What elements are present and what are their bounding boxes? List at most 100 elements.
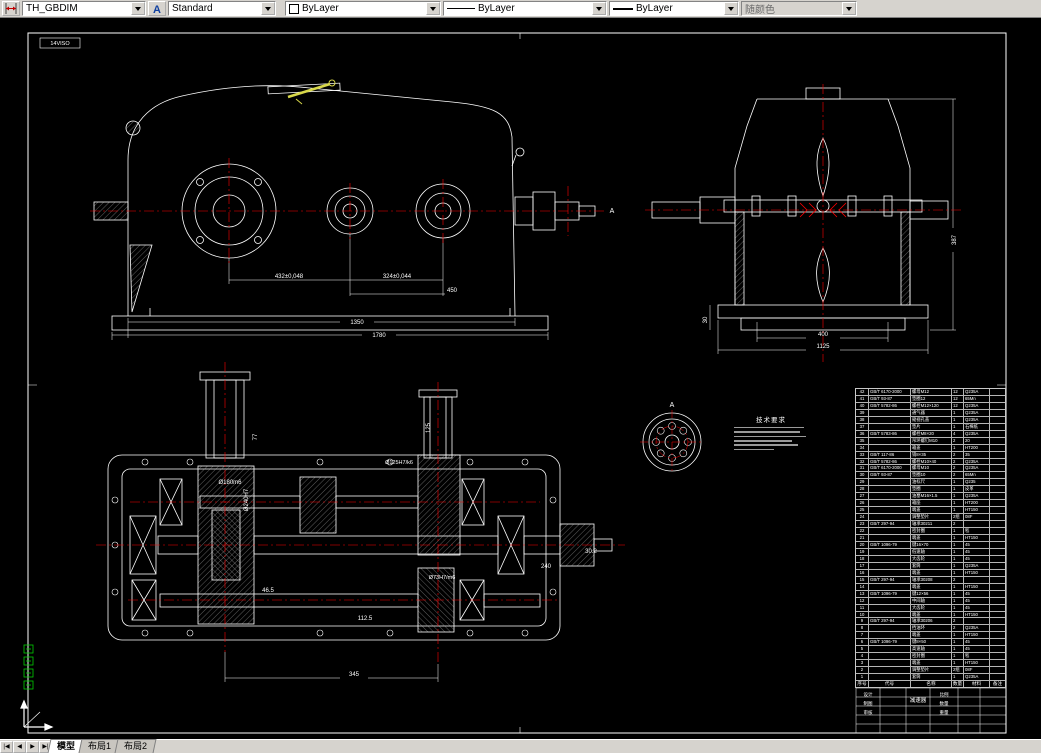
dim-style-combo[interactable]: TH_GBDIM (22, 1, 146, 16)
parts-table-row: 40 GB/T 5782-86 螺栓M12×120 12 Q235A (856, 401, 1005, 409)
end-view-dimensions (709, 98, 956, 354)
color-combo[interactable]: ByLayer (285, 1, 441, 16)
drawing-text: 1780 (372, 333, 386, 339)
notes-line (734, 448, 774, 451)
parts-table-row: 2 调整垫片 2组 08F (856, 666, 1005, 674)
tab-scroll-next-button[interactable]: ▶ (26, 741, 39, 753)
drawing-text: 制图 (864, 700, 873, 707)
parts-table-row: 7 端盖 1 HT150 (856, 631, 1005, 639)
parts-table-row: 28 垫圈 1 皮革 (856, 485, 1005, 493)
linetype-value: ByLayer (478, 3, 515, 14)
parts-table-row: 20 GB/T 1096-79 键16×70 1 45 (856, 540, 1005, 548)
dim-style-value: TH_GBDIM (26, 3, 78, 14)
drawing-text: 减速器 (910, 696, 927, 704)
side-view-dimensions (111, 234, 549, 340)
parts-table-row: 19 低速轴 1 45 (856, 547, 1005, 555)
drawing-text: 30 (703, 316, 709, 323)
drawing-text: Ø180m6 (218, 480, 242, 486)
chevron-down-icon[interactable] (592, 2, 606, 15)
parts-table-row: 1 套筒 1 Q235A (856, 673, 1005, 681)
tab-scroll-prev-button[interactable]: ◀ (13, 741, 26, 753)
chevron-down-icon[interactable] (131, 2, 145, 15)
parts-table-cell: 备注 (989, 681, 1005, 687)
parts-table-row: 32 GB/T 5782-86 螺栓M10×40 2 Q235A (856, 457, 1005, 465)
chevron-down-icon (842, 2, 856, 15)
chevron-down-icon[interactable] (724, 2, 738, 15)
drawing-text: 112.5 (358, 616, 373, 622)
parts-table-row: 14 端盖 1 HT150 (856, 582, 1005, 590)
parts-table-row: 35 吊环螺钉M10 2 20 (856, 436, 1005, 444)
parts-table-row: 39 通气器 1 Q235A (856, 408, 1005, 416)
drawing-text: 450 (447, 288, 458, 294)
notes-line (734, 431, 800, 433)
dim-style-icon (5, 3, 17, 14)
end-view-centerlines (645, 84, 962, 362)
plan-view-dimensions (224, 652, 439, 682)
parts-table-row: 9 GB/T 297-94 轴承30206 2 (856, 617, 1005, 625)
parts-table-row: 5 高速轴 1 45 (856, 645, 1005, 653)
drawing-text: Ø125H7/k6 (385, 460, 413, 466)
notes-line (734, 439, 792, 442)
drawing-text: 1350 (350, 320, 364, 326)
drawing-text: 14VISO (50, 41, 70, 47)
notes-line (734, 426, 804, 429)
drawing-text: 比例 (940, 691, 949, 698)
color-value: ByLayer (302, 3, 339, 14)
statusbar: |◀ ◀ ▶ ▶| 模型 布局1 布局2 (0, 739, 1041, 753)
drawing-canvas[interactable]: 14VISO 432±0,048 324±0,044 450 1350 1780 A 387 3… (0, 18, 1041, 739)
tab-scroll-first-button[interactable]: |◀ (0, 741, 13, 753)
text-style-button[interactable]: A (148, 1, 166, 16)
cad-window: TH_GBDIM A Standard ByLayer ByLayer ByLa… (0, 0, 1041, 753)
drawing-text: 46.5 (262, 588, 274, 594)
parts-table-row: 23 GB/T 297-94 轴承30211 2 (856, 520, 1005, 528)
drawing-text: Ø73H7/m6 (429, 575, 456, 581)
drawing-text: 387 (952, 234, 958, 245)
color-swatch-icon (289, 3, 299, 14)
drawing-text: 30.2 (585, 549, 597, 555)
parts-table-row: 34 箱盖 1 HT200 (856, 443, 1005, 451)
lineweight-combo[interactable]: ByLayer (609, 1, 739, 16)
parts-table-row: 12 中间轴 1 45 (856, 596, 1005, 604)
title-block (855, 687, 1007, 734)
plot-style-combo: 随颜色 (741, 1, 857, 16)
tab-layout2[interactable]: 布局2 (114, 739, 157, 753)
parts-table-row: 8 挡油环 2 Q235A (856, 624, 1005, 632)
parts-table-cell: 序号 (857, 681, 867, 687)
drawing-text: 77 (253, 433, 259, 440)
parts-table-row: 16 端盖 1 HT150 (856, 568, 1005, 576)
parts-table-cell: 材料 (963, 681, 989, 687)
parts-table-row: 24 调整垫片 2组 08F (856, 513, 1005, 521)
text-style-icon: A (153, 4, 161, 15)
parts-table-row: 15 GB/T 297-94 轴承30208 2 (856, 575, 1005, 583)
parts-table-row: 26 箱座 1 HT200 (856, 499, 1005, 507)
parts-table-row: 29 油标尺 1 Q235 (856, 478, 1005, 486)
parts-table-row: 10 端盖 1 HT150 (856, 610, 1005, 618)
text-style-value: Standard (172, 3, 213, 14)
lineweight-icon (613, 7, 633, 10)
drawing-text: 125 (426, 422, 432, 433)
parts-table-row: 17 套筒 1 Q235A (856, 561, 1005, 569)
parts-table-row: 30 GB/T 93-87 垫圈10 2 65Mn (856, 471, 1005, 479)
parts-table-row: 6 GB/T 1096-79 键8×50 1 45 (856, 638, 1005, 646)
chevron-down-icon[interactable] (426, 2, 440, 15)
parts-table-row: 37 垫片 1 石棉纸 (856, 422, 1005, 430)
side-view (93, 82, 596, 331)
drawing-text: 重量 (940, 709, 949, 716)
parts-table-row: 22 密封圈 1 毡 (856, 527, 1005, 535)
parts-table-row: 4 密封圈 1 毡 (856, 652, 1005, 660)
drawing-text: 345 (349, 672, 360, 678)
parts-list-rows: 42 GB/T 6170-2000 螺母M12 12 Q235A 41 GB/T 93-87… (856, 389, 1005, 687)
linetype-combo[interactable]: ByLayer (443, 1, 607, 16)
toolbar: TH_GBDIM A Standard ByLayer ByLayer ByLa… (0, 0, 1041, 18)
drawing-text: Ø240H7 (244, 488, 250, 511)
parts-table-row: 3 端盖 1 HT150 (856, 659, 1005, 667)
dim-style-button[interactable] (2, 1, 20, 16)
tab-model-label: 模型 (57, 741, 76, 751)
technical-notes: 技术要求 (732, 414, 810, 451)
text-style-combo[interactable]: Standard (168, 1, 276, 16)
parts-table-cell: 名称 (910, 681, 951, 687)
lineweight-value: ByLayer (636, 3, 673, 14)
chevron-down-icon[interactable] (261, 2, 275, 15)
side-view-centerlines (90, 158, 604, 264)
parts-list-table: 42 GB/T 6170-2000 螺母M12 12 Q235A 41 GB/T 93-87… (855, 388, 1006, 688)
